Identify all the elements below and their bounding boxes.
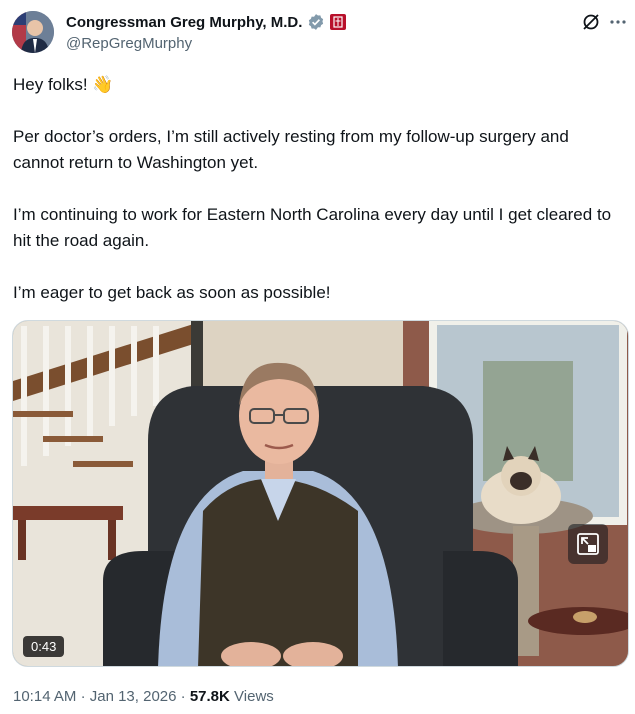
tweet-line: I’m eager to get back as soon as possibl… — [13, 283, 331, 302]
video-duration: 0:43 — [23, 636, 65, 657]
congress-badge-icon[interactable] — [330, 14, 347, 30]
views-label: Views — [234, 688, 274, 705]
tweet-line: I’m continuing to work for Eastern North… — [13, 205, 616, 250]
tweet-time[interactable]: 10:14 AM — [13, 688, 76, 705]
views-count: 57.8K — [189, 688, 230, 705]
verified-badge-icon[interactable] — [307, 13, 325, 31]
video-player[interactable]: 0:43 — [12, 320, 629, 667]
author-handle[interactable]: @RepGregMurphy — [66, 35, 192, 52]
tweet-metadata: 10:14 AM · Jan 13, 2026 · 57.8K Views — [13, 688, 274, 705]
more-icon[interactable] — [606, 10, 630, 34]
tweet-line: Hey folks! 👋 — [13, 75, 114, 94]
video-frame — [13, 321, 628, 666]
tweet-text: Hey folks! 👋 Per doctor’s orders, I’m st… — [13, 72, 618, 306]
tweet-line: Per doctor’s orders, I’m still actively … — [13, 127, 574, 172]
meta-separator: · — [80, 688, 90, 705]
picture-in-picture-icon[interactable] — [568, 524, 608, 564]
meta-separator: · — [180, 688, 190, 705]
author-name[interactable]: Congressman Greg Murphy, M.D. — [66, 14, 302, 31]
tweet-date[interactable]: Jan 13, 2026 — [90, 688, 177, 705]
author-avatar[interactable] — [12, 11, 54, 53]
grok-icon[interactable] — [579, 10, 603, 34]
